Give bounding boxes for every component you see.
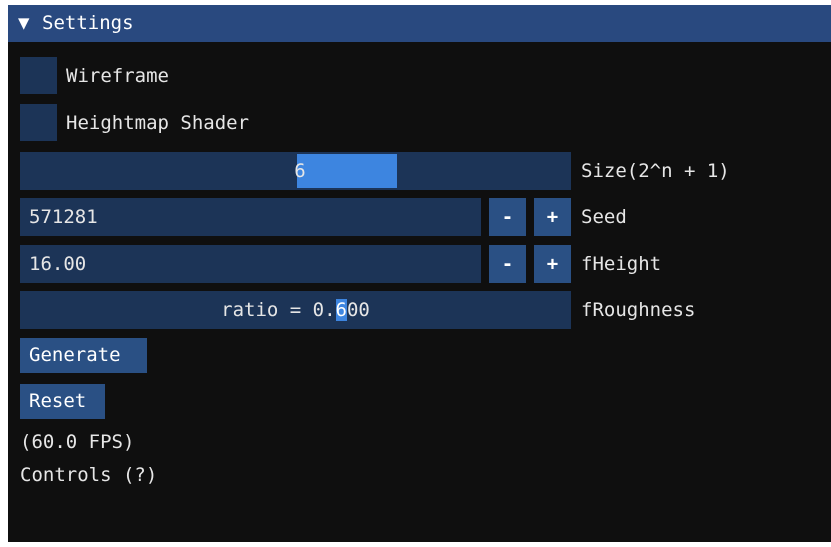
- seed-label: Seed: [581, 206, 627, 228]
- seed-decrement-button[interactable]: -: [489, 198, 526, 236]
- controls-help-link[interactable]: Controls (?): [20, 460, 157, 490]
- settings-window: ▼ Settings Wireframe Heightmap Shader 6 S…: [8, 5, 831, 542]
- seed-input-value: 571281: [29, 206, 98, 228]
- window-title: Settings: [42, 12, 134, 34]
- roughness-slider-text: ratio = 0.600: [20, 291, 571, 329]
- fheight-input[interactable]: 16.00: [20, 245, 481, 283]
- roughness-text-after: 00: [346, 299, 370, 321]
- wireframe-label: Wireframe: [66, 65, 169, 87]
- fps-counter: (60.0 FPS): [20, 431, 135, 453]
- window-title-bar[interactable]: ▼ Settings: [8, 5, 831, 42]
- fheight-decrement-button[interactable]: -: [489, 245, 526, 283]
- seed-increment-button[interactable]: +: [534, 198, 571, 236]
- fheight-input-value: 16.00: [29, 253, 87, 275]
- heightmap-shader-label: Heightmap Shader: [66, 112, 250, 134]
- wireframe-checkbox[interactable]: [20, 57, 57, 94]
- heightmap-shader-checkbox[interactable]: [20, 104, 57, 141]
- roughness-slider[interactable]: ratio = 0.600: [20, 291, 571, 329]
- collapse-triangle-icon[interactable]: ▼: [18, 5, 34, 42]
- size-slider-value: 6: [294, 160, 306, 182]
- reset-button[interactable]: Reset: [20, 384, 105, 419]
- roughness-text-before: ratio = 0.: [221, 299, 336, 321]
- fheight-increment-button[interactable]: +: [534, 245, 571, 283]
- seed-input[interactable]: 571281: [20, 198, 481, 236]
- roughness-slider-grab[interactable]: 6: [335, 299, 347, 321]
- generate-button[interactable]: Generate: [20, 338, 147, 373]
- size-slider[interactable]: 6: [20, 152, 571, 190]
- size-slider-label: Size(2^n + 1): [581, 160, 730, 182]
- roughness-label: fRoughness: [581, 299, 696, 321]
- fheight-label: fHeight: [581, 253, 662, 275]
